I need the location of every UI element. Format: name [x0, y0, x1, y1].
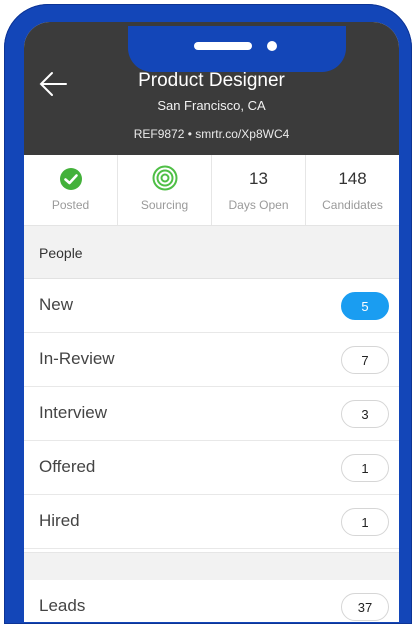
list-item-interview[interactable]: Interview 3: [24, 387, 399, 441]
job-reference-link[interactable]: REF9872 • smrtr.co/Xp8WC4: [24, 127, 399, 141]
stage-label: In-Review: [39, 349, 115, 368]
phone-frame: Product Designer San Francisco, CA REF98…: [4, 4, 412, 624]
check-circle-icon: [59, 168, 82, 190]
phone-notch: [128, 26, 346, 72]
stat-label: Days Open: [228, 198, 289, 212]
count-badge: 5: [341, 292, 389, 320]
app-screen: Product Designer San Francisco, CA REF98…: [24, 22, 399, 622]
stat-value: 13: [249, 169, 268, 188]
stage-label: Offered: [39, 457, 96, 476]
stat-days-open[interactable]: 13 Days Open: [212, 155, 306, 225]
speaker-grille: [194, 42, 252, 50]
target-icon: [152, 165, 177, 191]
stat-label: Posted: [51, 198, 90, 212]
list-item-leads[interactable]: Leads 37: [24, 580, 399, 622]
job-title: Product Designer: [138, 70, 285, 91]
people-stage-list: New 5 In-Review 7 Interview 3 Offered 1 …: [24, 279, 399, 549]
stage-label: Interview: [39, 403, 108, 422]
stat-candidates[interactable]: 148 Candidates: [306, 155, 399, 225]
stat-value: 148: [338, 169, 367, 188]
section-title: People: [39, 245, 83, 261]
section-divider: [24, 552, 399, 581]
stat-label: Candidates: [322, 198, 383, 212]
list-item-new[interactable]: New 5: [24, 279, 399, 333]
stage-label: Hired: [39, 511, 80, 530]
leads-label: Leads: [39, 596, 86, 615]
front-camera: [267, 41, 277, 51]
count-badge: 1: [341, 508, 389, 536]
count-badge: 3: [341, 400, 389, 428]
stat-label: Sourcing: [140, 198, 189, 212]
stats-bar: Posted Sourcing 13 Days Open 148 Candida…: [24, 155, 399, 226]
count-badge: 7: [341, 346, 389, 374]
job-location: San Francisco, CA: [157, 98, 266, 113]
stat-sourcing[interactable]: Sourcing: [118, 155, 212, 225]
count-badge: 1: [341, 454, 389, 482]
stat-posted[interactable]: Posted: [24, 155, 118, 225]
list-item-in-review[interactable]: In-Review 7: [24, 333, 399, 387]
list-item-offered[interactable]: Offered 1: [24, 441, 399, 495]
stage-label: New: [39, 295, 74, 314]
list-item-hired[interactable]: Hired 1: [24, 495, 399, 549]
section-header-people: People: [24, 226, 399, 279]
count-badge: 37: [341, 593, 389, 621]
